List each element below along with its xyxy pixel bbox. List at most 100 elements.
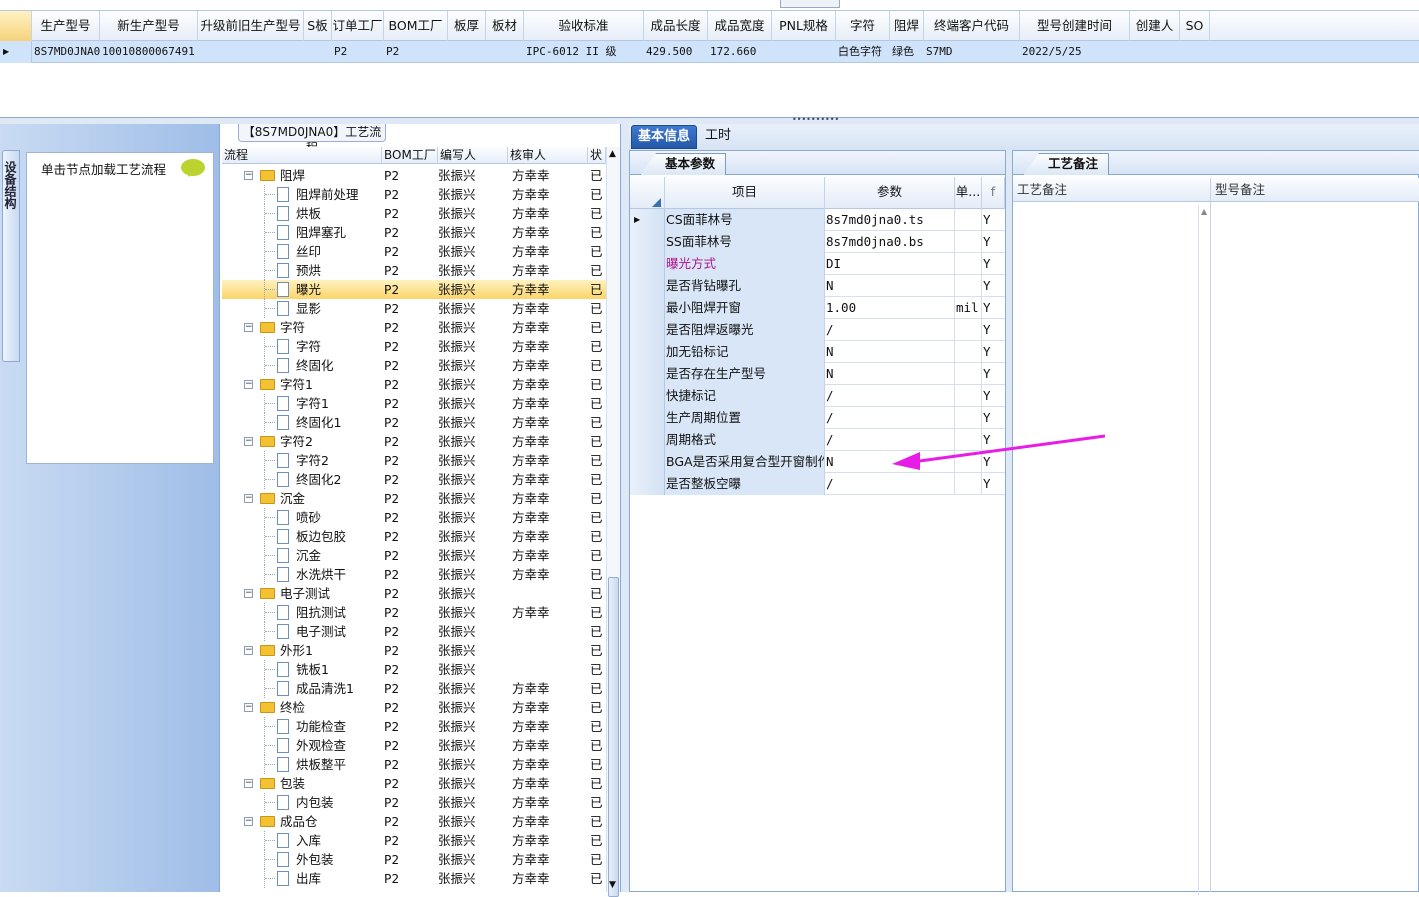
tab-work-hours[interactable]: 工时 — [699, 125, 737, 149]
param-unit-cell[interactable] — [955, 429, 982, 451]
param-flag-cell[interactable]: Y — [982, 407, 1005, 429]
col-header-standard[interactable]: 验收标准 — [524, 11, 644, 41]
row-indicator[interactable]: ▶ — [630, 209, 665, 231]
col-header-flow[interactable]: 流程 — [222, 147, 382, 164]
row-indicator[interactable] — [630, 231, 665, 253]
col-header-thickness[interactable]: 板厚 — [448, 11, 486, 41]
scroll-up-icon[interactable]: ▲ — [1201, 207, 1207, 216]
col-header-creator[interactable]: 创建人 — [1130, 11, 1180, 41]
param-flag-cell[interactable]: Y — [982, 385, 1005, 407]
param-value-cell[interactable]: N — [825, 451, 955, 473]
tree-item-row[interactable]: 成品清洗1 P2 张振兴 方幸幸 已 — [222, 679, 606, 698]
cell-order-factory[interactable]: P2 — [332, 41, 384, 63]
tree-folder-row[interactable]: − 电子测试 P2 张振兴 已 — [222, 584, 606, 603]
cell-material[interactable] — [486, 41, 524, 63]
param-unit-cell[interactable] — [955, 451, 982, 473]
param-value-cell[interactable]: / — [825, 319, 955, 341]
col-header-reviewer[interactable]: 核审人 — [508, 147, 588, 164]
param-unit-cell[interactable] — [955, 385, 982, 407]
param-unit-cell[interactable] — [955, 341, 982, 363]
param-unit-cell[interactable] — [955, 363, 982, 385]
row-indicator[interactable] — [630, 407, 665, 429]
cell-so[interactable] — [1180, 41, 1210, 63]
cell-length[interactable]: 429.500 — [644, 41, 708, 63]
col-header-s-board[interactable]: S板 — [304, 11, 332, 41]
param-flag-cell[interactable]: Y — [982, 451, 1005, 473]
cell-silkscreen[interactable]: 白色字符 — [836, 41, 890, 63]
tree-folder-row[interactable]: − 成品仓 P2 张振兴 方幸幸 已 — [222, 812, 606, 831]
col-header-bom-factory[interactable]: BOM工厂 — [384, 11, 448, 41]
col-header-unit[interactable]: 单... — [955, 177, 982, 209]
grid-corner[interactable] — [0, 11, 32, 41]
tree-item-row[interactable]: 曝光 P2 张振兴 方幸幸 已 — [222, 280, 606, 299]
collapse-icon[interactable]: − — [244, 323, 253, 332]
grid-corner[interactable] — [630, 177, 665, 209]
tab-device-structure[interactable]: 设备结构 — [2, 150, 20, 362]
cell-standard[interactable]: IPC-6012 II 级 — [524, 41, 644, 63]
tab-basic-params[interactable]: 基本参数 — [640, 153, 727, 175]
tree-folder-row[interactable]: − 阻焊 P2 张振兴 方幸幸 已 — [222, 166, 606, 185]
param-flag-cell[interactable]: Y — [982, 209, 1005, 231]
param-flag-cell[interactable]: Y — [982, 429, 1005, 451]
cell-new-model[interactable]: 10010800067491 — [100, 41, 198, 63]
tree-item-row[interactable]: 外包装 P2 张振兴 方幸幸 已 — [222, 850, 606, 869]
param-unit-cell[interactable]: mil — [955, 297, 982, 319]
tree-item-row[interactable]: 出库 P2 张振兴 方幸幸 已 — [222, 869, 606, 888]
table-row[interactable]: 8S7MD0JNA0 10010800067491 P2 P2 IPC-6012 II … — [0, 41, 1419, 63]
col-header-created-time[interactable]: 型号创建时间 — [1020, 11, 1130, 41]
row-indicator[interactable] — [630, 341, 665, 363]
tree-item-row[interactable]: 阻焊塞孔 P2 张振兴 方幸幸 已 — [222, 223, 606, 242]
tree-item-row[interactable]: 终固化2 P2 张振兴 方幸幸 已 — [222, 470, 606, 489]
tree-item-row[interactable]: 外观检查 P2 张振兴 方幸幸 已 — [222, 736, 606, 755]
tree-item-row[interactable]: 入库 P2 张振兴 方幸幸 已 — [222, 831, 606, 850]
collapse-icon[interactable]: − — [244, 817, 253, 826]
param-value-cell[interactable]: N — [825, 275, 955, 297]
col-header-so[interactable]: SO — [1180, 11, 1210, 41]
tree-item-row[interactable]: 烘板整平 P2 张振兴 方幸幸 已 — [222, 755, 606, 774]
collapse-icon[interactable]: − — [244, 437, 253, 446]
tree-item-row[interactable]: 内包装 P2 张振兴 方幸幸 已 — [222, 793, 606, 812]
row-indicator[interactable] — [630, 363, 665, 385]
tree-item-row[interactable]: 烘板 P2 张振兴 方幸幸 已 — [222, 204, 606, 223]
param-row[interactable]: 快捷标记 / Y — [630, 385, 1005, 407]
cell-created-time[interactable]: 2022/5/25 — [1020, 41, 1130, 63]
tree-folder-row[interactable]: − 字符 P2 张振兴 方幸幸 已 — [222, 318, 606, 337]
col-header-craft-notes[interactable]: 工艺备注 — [1013, 178, 1211, 202]
col-header-customer-code[interactable]: 终端客户代码 — [924, 11, 1020, 41]
collapse-icon[interactable]: − — [244, 589, 253, 598]
col-header-new-model[interactable]: 新生产型号 — [100, 11, 198, 41]
param-value-cell[interactable]: / — [825, 407, 955, 429]
col-header-length[interactable]: 成品长度 — [644, 11, 708, 41]
tree-item-row[interactable]: 板边包胶 P2 张振兴 方幸幸 已 — [222, 527, 606, 546]
collapse-icon[interactable]: − — [244, 703, 253, 712]
param-flag-cell[interactable]: Y — [982, 275, 1005, 297]
param-row[interactable]: 曝光方式 DI Y — [630, 253, 1005, 275]
tree-item-row[interactable]: 字符1 P2 张振兴 方幸幸 已 — [222, 394, 606, 413]
vertical-splitter[interactable] — [621, 124, 629, 892]
param-flag-cell[interactable]: Y — [982, 297, 1005, 319]
param-row[interactable]: 是否整板空曝 / Y — [630, 473, 1005, 495]
param-value-cell[interactable]: N — [825, 363, 955, 385]
param-value-cell[interactable]: / — [825, 385, 955, 407]
row-indicator[interactable] — [630, 275, 665, 297]
cell-old-model[interactable] — [198, 41, 304, 63]
col-header-width[interactable]: 成品宽度 — [708, 11, 772, 41]
tree-item-row[interactable]: 预烘 P2 张振兴 方幸幸 已 — [222, 261, 606, 280]
scroll-up-icon[interactable]: ▲ — [609, 149, 616, 159]
tab-basic-info[interactable]: 基本信息 — [631, 125, 698, 149]
process-tree[interactable]: − 阻焊 P2 张振兴 方幸幸已阻焊前处理 P2 张振兴 方幸幸已烘板 P2 张振兴 方幸幸已阻焊塞… — [222, 166, 606, 892]
param-flag-cell[interactable]: Y — [982, 231, 1005, 253]
param-row[interactable]: 最小阻焊开窗 1.00 mil Y — [630, 297, 1005, 319]
col-header-item[interactable]: 项目 — [665, 177, 825, 209]
tree-folder-row[interactable]: − 字符1 P2 张振兴 方幸幸 已 — [222, 375, 606, 394]
col-header-material[interactable]: 板材 — [486, 11, 524, 41]
scrollbar-thumb[interactable] — [608, 577, 619, 897]
param-unit-cell[interactable] — [955, 275, 982, 297]
tree-item-row[interactable]: 铣板1 P2 张振兴 已 — [222, 660, 606, 679]
scroll-down-icon[interactable]: ▼ — [609, 880, 616, 890]
collapse-handle[interactable] — [780, 0, 840, 8]
tree-item-row[interactable]: 电子测试 P2 张振兴 已 — [222, 622, 606, 641]
col-header-value[interactable]: 参数 — [825, 177, 955, 209]
tree-item-row[interactable]: 终固化1 P2 张振兴 方幸幸 已 — [222, 413, 606, 432]
col-header-flag[interactable]: f — [982, 177, 1005, 209]
